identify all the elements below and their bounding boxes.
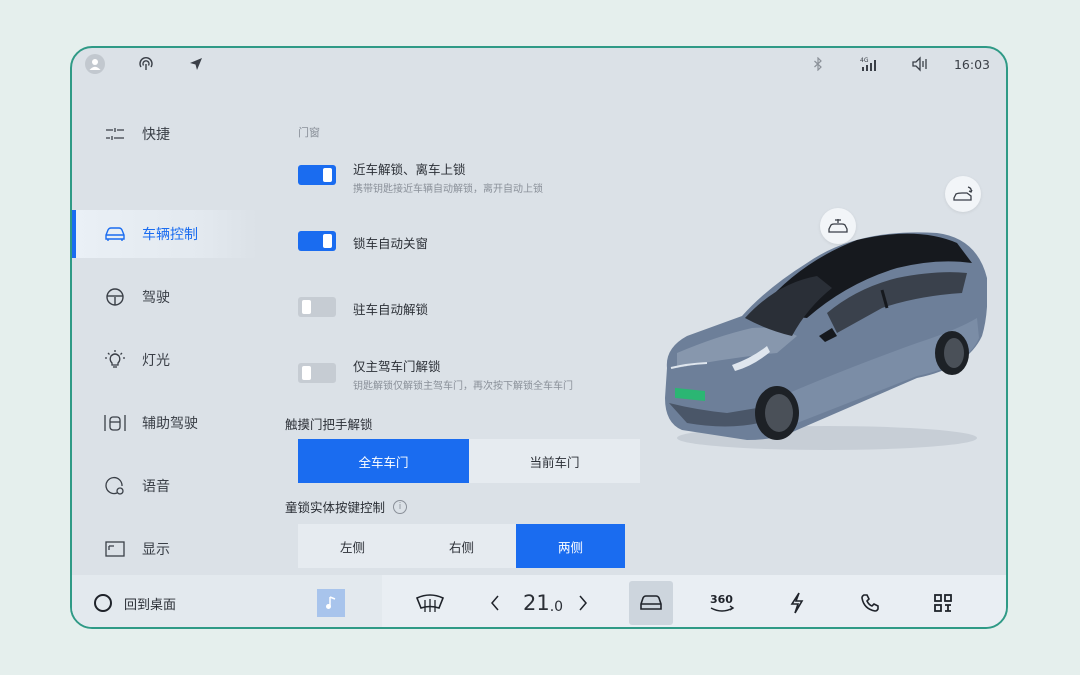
hotspot-icon[interactable]	[136, 54, 156, 74]
option-subtitle: 携带钥匙接近车辆自动解锁，离开自动上锁	[353, 184, 543, 195]
sidebar-item-label: 灯光	[142, 353, 170, 369]
child-lock-segmented: 左侧 右侧 两侧	[298, 524, 625, 568]
apps-grid-icon[interactable]	[928, 581, 958, 625]
segment-right[interactable]: 右侧	[407, 524, 516, 568]
temp-down-button[interactable]	[484, 581, 506, 625]
sidebar-item-label: 辅助驾驶	[142, 416, 198, 432]
handle-unlock-title: 触摸门把手解锁	[285, 417, 373, 432]
option-title: 驻车自动解锁	[353, 302, 429, 317]
sidebar-item-voice[interactable]: 语音	[72, 462, 252, 510]
sidebar-item-shortcut[interactable]: 快捷	[72, 110, 252, 158]
toggle-park-auto-unlock[interactable]	[298, 297, 336, 317]
light-bulb-icon	[104, 349, 126, 371]
volume-icon[interactable]	[910, 54, 930, 74]
home-button[interactable]: 回到桌面	[94, 581, 214, 625]
sidebar-item-driving[interactable]: 驾驶	[72, 273, 252, 321]
car-infotainment-screen: 4G 16:03 快捷 车辆控制 驾驶 灯光 辅助驾驶 语音 显示 门窗 近车解…	[70, 46, 1008, 629]
car-control-icon	[104, 223, 126, 245]
user-avatar-icon[interactable]	[85, 54, 105, 74]
sidebar-item-lights[interactable]: 灯光	[72, 336, 252, 384]
bluetooth-icon[interactable]	[810, 54, 826, 74]
option-title: 近车解锁、离车上锁	[353, 162, 466, 177]
sidebar-item-display[interactable]: 显示	[72, 525, 252, 573]
svg-text:4G: 4G	[860, 57, 869, 64]
option-subtitle: 钥匙解锁仅解锁主驾车门，再次按下解锁全车车门	[353, 381, 573, 392]
toggle-driver-door-only-unlock[interactable]	[298, 363, 336, 383]
vehicle-3d-image	[665, 232, 987, 450]
child-lock-title: 童锁实体按键控制 i	[285, 497, 408, 516]
toggle-auto-close-windows[interactable]	[298, 231, 336, 251]
segment-all-doors[interactable]: 全车车门	[298, 439, 469, 483]
shortcut-sliders-icon	[104, 123, 126, 145]
segment-current-door[interactable]: 当前车门	[469, 439, 640, 483]
settings-sidebar: 快捷 车辆控制 驾驶 灯光 辅助驾驶 语音 显示	[72, 80, 282, 621]
sidebar-item-vehicle-control[interactable]: 车辆控制	[72, 210, 257, 258]
temperature-display: 21.0	[522, 591, 564, 615]
option-title: 仅主驾车门解锁	[353, 359, 441, 374]
view-360-icon[interactable]: 360	[702, 581, 742, 625]
voice-icon	[104, 475, 126, 497]
toggle-proximity-unlock[interactable]	[298, 165, 336, 185]
info-icon[interactable]: i	[393, 499, 408, 514]
cellular-signal-4g-icon: 4G	[859, 54, 881, 74]
phone-icon[interactable]	[855, 581, 885, 625]
sidebar-item-label: 语音	[142, 479, 170, 495]
handle-unlock-segmented: 全车车门 当前车门	[298, 439, 640, 483]
sidebar-item-label: 驾驶	[142, 290, 170, 306]
defrost-icon[interactable]	[412, 581, 448, 625]
segment-left[interactable]: 左侧	[298, 524, 407, 568]
temp-up-button[interactable]	[572, 581, 594, 625]
section-title-doors-windows: 门窗	[298, 126, 320, 139]
sidebar-item-label: 显示	[142, 542, 170, 558]
music-app-icon[interactable]	[316, 581, 346, 625]
sidebar-item-driver-assist[interactable]: 辅助驾驶	[72, 399, 252, 447]
segment-both[interactable]: 两侧	[516, 524, 625, 568]
charging-bolt-icon[interactable]	[782, 581, 812, 625]
bottom-dock: 回到桌面 21.0 360	[72, 575, 1006, 627]
status-bar: 4G 16:03	[72, 48, 1006, 80]
vehicle-control-dock-button[interactable]	[629, 581, 673, 625]
sidebar-item-label: 快捷	[142, 127, 170, 143]
home-circle-icon	[94, 594, 112, 612]
display-icon	[104, 538, 126, 560]
navigation-arrow-icon[interactable]	[186, 54, 206, 74]
steering-wheel-icon	[104, 286, 126, 308]
trunk-control-icon[interactable]	[945, 176, 981, 212]
sidebar-item-label: 车辆控制	[142, 227, 198, 243]
clock-time: 16:03	[953, 56, 991, 72]
home-label: 回到桌面	[124, 597, 177, 613]
svg-text:360: 360	[710, 593, 733, 606]
driver-assist-icon	[104, 412, 126, 434]
option-title: 锁车自动关窗	[353, 236, 429, 251]
